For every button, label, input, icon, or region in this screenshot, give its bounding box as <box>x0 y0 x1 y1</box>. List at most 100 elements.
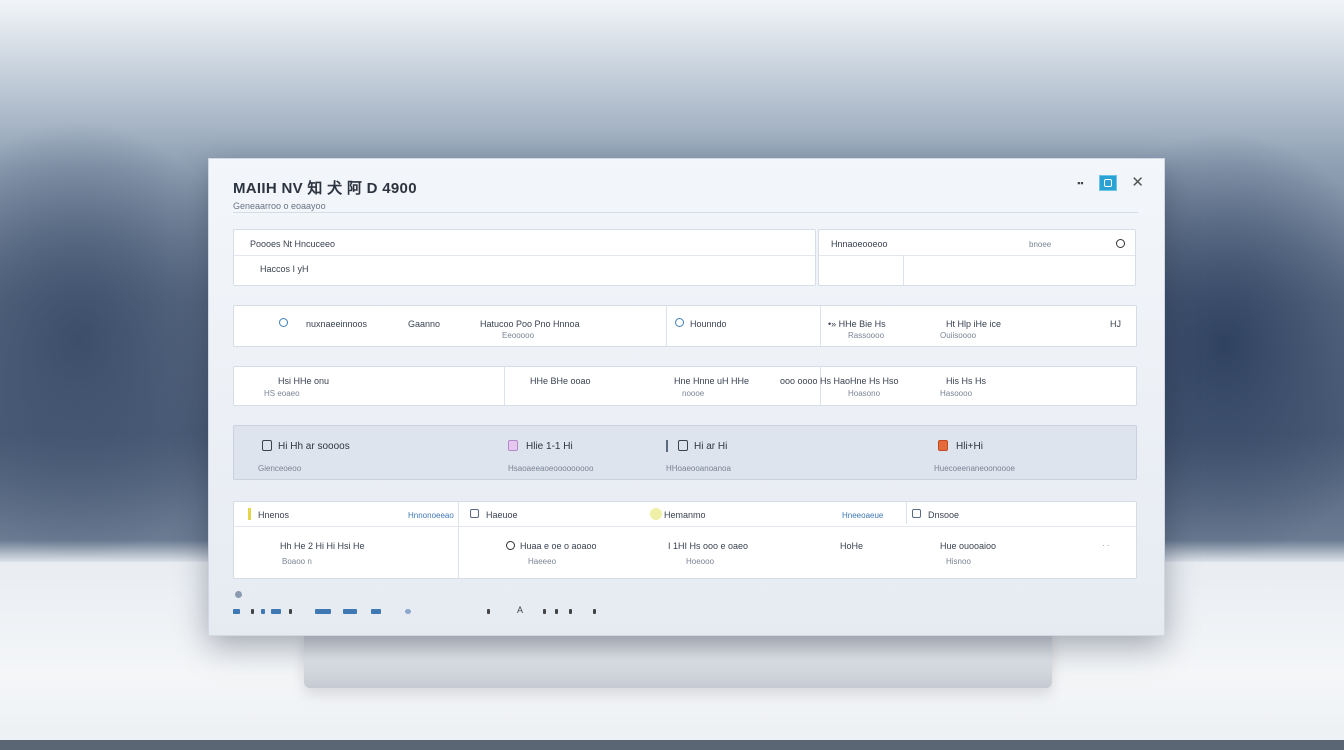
footer-dot-12[interactable] <box>555 609 558 614</box>
table-col-div-a <box>458 502 459 578</box>
table-header-0[interactable]: Hnenos <box>258 510 289 520</box>
row2-cell-3-sub: noooe <box>682 389 705 398</box>
footer-dot-1[interactable] <box>233 609 240 614</box>
row-more-icon[interactable]: · · <box>1102 541 1110 550</box>
row1-cell-2: Hatucoo Poo Pno Hnnoa <box>480 319 580 329</box>
document-icon <box>262 440 272 451</box>
header-right-label: Hnnaoeooeoo <box>831 239 888 249</box>
row2-panel: Hsi HHe onu HS eoaeo HHe BHe ooao Hne Hn… <box>233 366 1137 406</box>
header-left-label: Poooes Nt Hncuceeo <box>250 239 336 249</box>
row2-div-b <box>820 367 821 405</box>
window-subtitle: Geneaarroo o eoaayoo <box>233 201 326 211</box>
grid-icon <box>470 509 479 518</box>
grid-icon-2 <box>912 509 921 518</box>
table-cell-0: Hh He 2 Hi Hi Hsi He <box>280 541 365 551</box>
footer-dot-8[interactable] <box>371 609 381 614</box>
row2-div-a <box>504 367 505 405</box>
row1-cell-4-sub: Rassoooo <box>848 331 885 340</box>
footer-dot-11[interactable] <box>543 609 546 614</box>
row3-panel: Hi Hh ar soooos Gienceoeoo Hlie 1-1 Hi H… <box>233 425 1137 480</box>
row1-cell-6[interactable]: HJ <box>1110 319 1121 329</box>
row2-cell-0-sub: HS eoaeo <box>264 389 300 398</box>
footer-dot-4[interactable] <box>271 609 281 614</box>
highlight-dot-icon <box>650 508 662 520</box>
row1-panel: nuxnaeeinnoos Gaanno Hatucoo Poo Pno Hnn… <box>233 305 1137 347</box>
row1-cell-0: nuxnaeeinnoos <box>306 319 368 329</box>
table-header-0-extra[interactable]: Hnnonoeeao <box>408 511 454 520</box>
row3-cell-2-sub: HHoaeooanoanoa <box>666 464 731 473</box>
row2-cell-0: Hsi HHe onu <box>278 376 330 386</box>
table-header-2-extra[interactable]: Hneeoaeue <box>842 511 883 520</box>
row1-cell-4: •» HHe Bie Hs <box>828 319 886 329</box>
floor-edge <box>0 740 1344 750</box>
row3-cell-1-sub: Hsaoaeeaoeooooooooo <box>508 464 594 473</box>
header-panel-divider <box>234 255 815 256</box>
footer-dot-5[interactable] <box>289 609 292 614</box>
row1-div-b <box>820 306 821 346</box>
header-panel-right-divider <box>819 255 1135 256</box>
header-panel-right: Hnnaoeooeoo bnoee <box>818 229 1136 286</box>
table-header-3[interactable]: Dnsooe <box>928 510 959 520</box>
yellow-marker-icon <box>248 508 251 520</box>
monitor-stand <box>304 630 1052 688</box>
row3-cell-0: Hi Hh ar soooos <box>278 441 350 452</box>
row1-cell-5-sub: Ouiisoooo <box>940 331 977 340</box>
table-cell-3: HoHe <box>840 541 864 551</box>
title-divider <box>233 212 1138 213</box>
table-header-1[interactable]: Haeuoe <box>486 510 518 520</box>
table-cell-0-sub: Boaoo n <box>282 557 312 566</box>
status-ring-icon[interactable] <box>506 541 515 550</box>
header-panel-right-vdiv <box>903 255 904 285</box>
header-left-value[interactable]: Haccos I yH <box>260 264 309 274</box>
table-cell-2-sub: Hoeooo <box>686 557 715 566</box>
table-col-div-b <box>906 502 907 524</box>
radio-icon[interactable] <box>279 318 288 327</box>
footer-dot-7[interactable] <box>343 609 357 614</box>
table-cell-1-sub: Haeeeo <box>528 557 557 566</box>
close-button[interactable]: ✕ <box>1131 175 1144 191</box>
settings-ring-icon[interactable] <box>1116 239 1125 248</box>
row2-cell-4-sub: Hoasono <box>848 389 881 398</box>
footer-dot-2[interactable] <box>251 609 254 614</box>
window-title: MAIIH NV 知 犬 阿 D 4900 <box>233 180 417 197</box>
separator-tick <box>666 440 668 452</box>
row3-cell-3-sub: Huecoeenaneoonoooe <box>934 464 1015 473</box>
row2-cell-4: Hne Hs Hso <box>850 376 899 386</box>
radio-icon-2[interactable] <box>675 318 684 327</box>
footer-dot-6[interactable] <box>315 609 331 614</box>
footer-dot-14[interactable] <box>593 609 596 614</box>
row2-cell-3: ooo oooo Hs Hao <box>780 376 851 386</box>
minimize-button[interactable]: ▪▪ <box>1075 178 1085 188</box>
footer-dot-13[interactable] <box>569 609 572 614</box>
table-cell-4: Hue ouooaioo <box>940 541 997 551</box>
footer-indicator-icon <box>235 591 242 598</box>
footer-dot-10[interactable] <box>487 609 490 614</box>
row1-cell-2-sub: Eeooooo <box>502 331 535 340</box>
row2-cell-2: Hne Hnne uH HHe <box>674 376 750 386</box>
table-header-2[interactable]: Hemanmo <box>664 510 706 520</box>
row2-cell-5-sub: Hasoooo <box>940 389 973 398</box>
footer-dot-9[interactable] <box>405 609 411 614</box>
row3-cell-3: Hli+Hi <box>956 441 983 452</box>
app-window: MAIIH NV 知 犬 阿 D 4900 Geneaarroo o eoaay… <box>208 158 1165 636</box>
orange-tag-icon <box>938 440 948 451</box>
row3-cell-2: Hi ar Hi <box>694 441 728 452</box>
table-cell-2: I 1HI Hs ooo e oaeo <box>668 541 749 551</box>
table-cell-1: Huaa e oe o aoaoo <box>520 541 597 551</box>
row1-cell-5: Ht Hlp iHe ice <box>946 319 1002 329</box>
data-table: Hnenos Hnnonoeeao Haeuoe Hemanmo Hneeoae… <box>233 501 1137 579</box>
window-controls: ▪▪ ✕ <box>1075 175 1144 191</box>
folder-icon <box>678 440 688 451</box>
maximize-button[interactable] <box>1099 175 1118 191</box>
purple-tag-icon <box>508 440 518 451</box>
row1-div-a <box>666 306 667 346</box>
table-cell-4-sub: Hisnoo <box>946 557 971 566</box>
footer-mark[interactable]: A <box>517 605 523 615</box>
maximize-icon <box>1104 179 1113 187</box>
header-panel-left: Poooes Nt Hncuceeo Haccos I yH <box>233 229 816 286</box>
row1-cell-1: Gaanno <box>408 319 441 329</box>
header-right-meta: bnoee <box>1029 240 1052 249</box>
footer-dot-3[interactable] <box>261 609 265 614</box>
row3-cell-1: Hlie 1-1 Hi <box>526 441 573 452</box>
row2-cell-1: HHe BHe ooao <box>530 376 591 386</box>
